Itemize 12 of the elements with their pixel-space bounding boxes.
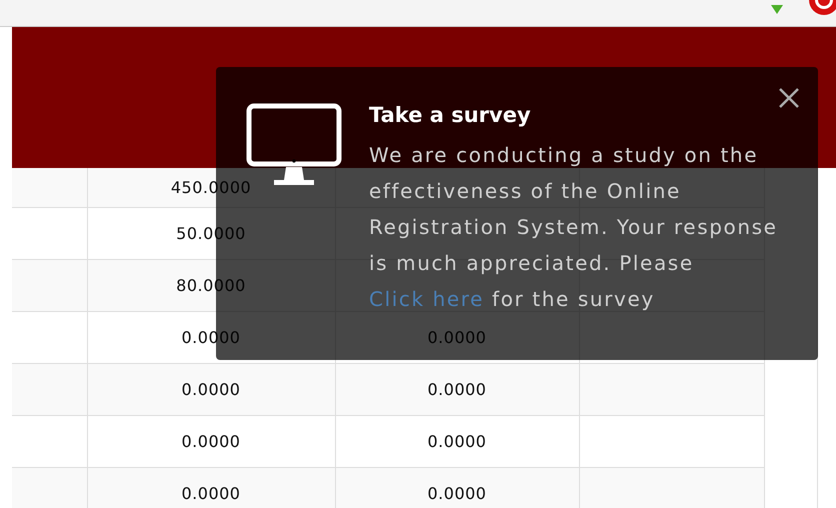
table-cell-text: 0.0000 [426, 379, 488, 401]
survey-link[interactable]: Click here [369, 287, 484, 311]
table-cell-text: 0.0000 [180, 431, 242, 453]
table-cell-text: 0.0000 [180, 483, 242, 505]
table-cell-text: 0.0000 [426, 327, 488, 349]
popup-message: We are conducting a study on the effectiveness of the Online Registration System. Your response is much appreciated. Please Click here for the survey [369, 142, 779, 313]
table-cell-text: 0.0000 [180, 379, 242, 401]
close-button[interactable] [778, 87, 800, 109]
down-arrow-icon[interactable] [769, 3, 785, 15]
table-cell-text: 0.0000 [426, 483, 488, 505]
table-cell-text: 0.0000 [426, 431, 488, 453]
popup-title: Take a survey [369, 103, 532, 127]
